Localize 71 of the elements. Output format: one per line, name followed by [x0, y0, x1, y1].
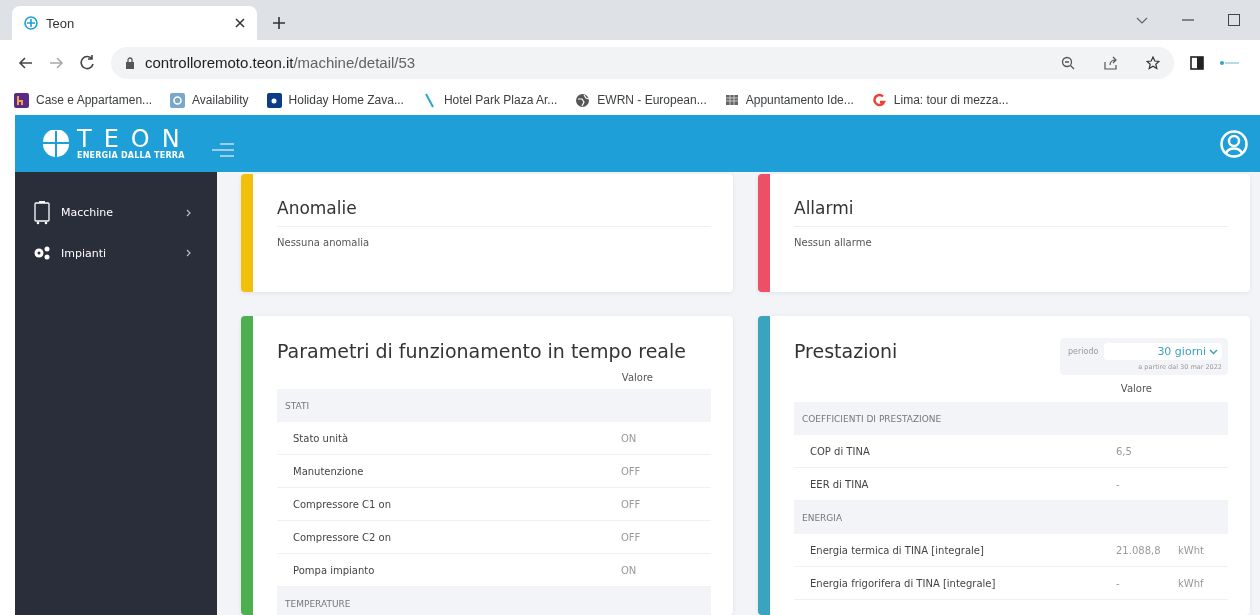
machine-icon — [33, 200, 51, 225]
chevron-down-icon — [1209, 348, 1218, 355]
card-message: Nessun allarme — [794, 236, 873, 248]
logo-text: TEON — [77, 127, 192, 151]
parameter-label: Energia frigorifera di TINA [integrale] — [810, 577, 997, 589]
new-tab-icon[interactable] — [273, 17, 285, 29]
unit-text: kWhf — [1178, 577, 1205, 589]
back-icon[interactable] — [18, 55, 33, 70]
card-title: Prestazioni — [794, 340, 898, 362]
parameter-label: Manutenzione — [293, 465, 365, 477]
address-bar[interactable]: controlloremoto.teon.it/machine/detail/53 — [111, 46, 1174, 79]
reload-icon[interactable] — [80, 55, 95, 70]
parameter-label: COP di TINA — [810, 445, 871, 457]
sidebar-item[interactable]: Macchine — [15, 200, 217, 225]
maximize-icon[interactable] — [1228, 14, 1240, 26]
card-message: Nessuna anomalia — [277, 236, 371, 248]
column-header: Valore — [621, 372, 653, 383]
section-label: STATI — [285, 400, 311, 411]
calendar-icon — [724, 93, 739, 107]
card-title: Anomalie — [277, 198, 711, 227]
side-panel-icon[interactable] — [1190, 55, 1204, 70]
parameter-label: Stato unità — [293, 432, 350, 444]
parameter-label: Pompa impianto — [293, 564, 376, 576]
bookmark[interactable]: Availability — [170, 92, 249, 108]
zoom-out-icon[interactable] — [1061, 55, 1075, 70]
bookmark[interactable]: Appuntamento Ide... — [724, 93, 854, 107]
extension-icon[interactable] — [1220, 58, 1240, 67]
parameter-label: EER di TINA — [810, 478, 870, 490]
user-avatar-icon[interactable] — [1220, 129, 1248, 158]
sidebar-item[interactable]: Impianti — [15, 245, 217, 261]
value-text: ON — [621, 564, 638, 576]
section-label: COEFFICIENTI DI PRESTAZIONE — [802, 413, 943, 424]
bookmark[interactable]: EWRN - European... — [575, 92, 707, 108]
bookmark[interactable]: Lima: tour di mezza... — [871, 92, 1009, 108]
column-header: Valore — [1120, 383, 1152, 394]
value-text: 6,5 — [1116, 445, 1133, 457]
browser-tab[interactable]: Teon — [12, 6, 257, 40]
value-text: OFF — [621, 465, 642, 477]
logo-icon — [41, 129, 71, 158]
share-icon[interactable] — [1103, 55, 1118, 70]
tab-title: Teon — [46, 15, 76, 31]
bookmark[interactable]: Case e Appartamen... — [14, 92, 153, 108]
close-icon[interactable] — [235, 18, 245, 28]
section-label: TEMPERATURE — [285, 598, 352, 609]
parameter-label: Energia termica di TINA [integrale] — [810, 544, 985, 556]
chevron-right-icon — [186, 208, 191, 217]
chevron-down-icon[interactable] — [1136, 16, 1148, 24]
url-text: controlloremoto.teon.it/machine/detail/53 — [145, 54, 416, 71]
star-icon[interactable] — [1146, 55, 1160, 70]
value-text: ON — [621, 432, 638, 444]
section-label: ENERGIA — [802, 512, 844, 523]
square-logo-icon — [170, 92, 186, 108]
g-logo-icon — [871, 92, 887, 108]
chevron-right-icon — [186, 249, 191, 257]
bookmark[interactable]: Hotel Park Plaza Ar... — [421, 92, 558, 108]
logo-tagline: ENERGIA DALLA TERRA — [77, 151, 186, 160]
value-text: OFF — [621, 531, 642, 543]
unit-text: kWht — [1178, 544, 1205, 556]
period-label: periodo — [1068, 347, 1099, 356]
value-text: OFF — [621, 498, 642, 510]
h-logo-icon — [14, 92, 29, 108]
card-title: Allarmi — [794, 198, 1228, 227]
value-text: - — [1116, 478, 1121, 490]
lock-icon — [125, 56, 135, 69]
square-logo-icon — [266, 92, 282, 108]
parameter-label: Compressore C1 on — [293, 498, 392, 510]
value-text: 21.088,8 — [1116, 544, 1162, 556]
value-text: - — [1116, 577, 1121, 589]
card-title: Parametri di funzionamento in tempo reale — [277, 340, 687, 362]
bookmark[interactable]: Holiday Home Zava... — [266, 92, 404, 108]
parameter-label: Compressore C2 on — [293, 531, 392, 543]
